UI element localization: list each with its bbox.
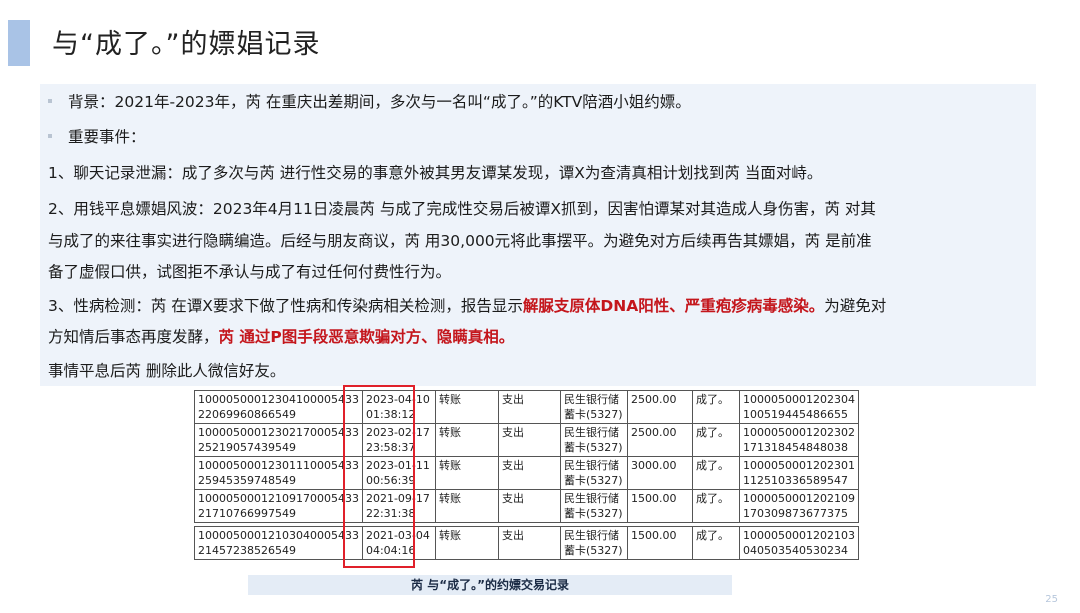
transaction-table: 10000500012304100005433 22069960866549 202… (194, 390, 859, 560)
cell-dir: 支出 (497, 526, 561, 560)
cell-type: 转账 (434, 489, 499, 523)
events-heading: 重要事件： (48, 126, 146, 148)
cell-dir: 支出 (497, 489, 561, 523)
cell-ref: 1000050001202302 171318454848038 (738, 423, 859, 457)
deception-highlight: 芮 通过P图手段恶意欺骗对方、隐瞒真相。 (218, 328, 515, 346)
cell-ref: 1000050001202304 100519445486655 (738, 390, 859, 424)
event-3-line-1: 3、性病检测：芮 在谭X要求下做了性病和传染病相关检测，报告显示解脲支原体DNA… (48, 297, 887, 315)
cell-party: 成了。 (691, 489, 740, 523)
cell-serial: 10000500012103040005433 21457238526549 (194, 526, 363, 560)
bullet-icon (48, 98, 52, 103)
cell-party: 成了。 (691, 456, 740, 490)
time-column-highlight (343, 385, 415, 568)
cell-type: 转账 (434, 390, 499, 424)
table-caption: 芮 与“成了。”的约嫖交易记录 (248, 575, 732, 595)
event-3-line-2: 方知情后事态再度发酵，芮 通过P图手段恶意欺骗对方、隐瞒真相。 (48, 328, 515, 346)
cell-bank: 民生银行储 蓄卡(5327) (559, 423, 628, 457)
cell-dir: 支出 (497, 390, 561, 424)
title-accent-bar (8, 20, 30, 66)
cell-serial: 10000500012302170005433 25219057439549 (194, 423, 363, 457)
closing-line: 事情平息后芮 删除此人微信好友。 (48, 362, 286, 380)
page-number: 25 (1045, 594, 1058, 605)
page-title: 与“成了。”的嫖娼记录 (52, 29, 321, 60)
cell-bank: 民生银行储 蓄卡(5327) (559, 456, 628, 490)
table-row: 10000500012304100005433 22069960866549 202… (194, 390, 859, 424)
lab-result-highlight: 解脲支原体DNA阳性、严重疱疹病毒感染。 (522, 297, 825, 315)
cell-type: 转账 (434, 456, 499, 490)
cell-ref: 1000050001202103 040503540530234 (738, 526, 859, 560)
cell-amt: 3000.00 (626, 456, 693, 490)
table-row: 10000500012301110005433 25945359748549 202… (194, 456, 859, 490)
cell-amt: 1500.00 (626, 526, 693, 560)
table-row: 10000500012302170005433 25219057439549 202… (194, 423, 859, 457)
cell-ref: 1000050001202301 112510336589547 (738, 456, 859, 490)
cell-amt: 2500.00 (626, 423, 693, 457)
event-1: 1、聊天记录泄漏：成了多次与芮 进行性交易的事意外被其男友谭某发现，谭X为查清真… (48, 164, 823, 182)
bullet-icon (48, 133, 52, 138)
cell-amt: 1500.00 (626, 489, 693, 523)
cell-type: 转账 (434, 423, 499, 457)
cell-serial: 10000500012109170005433 21710766997549 (194, 489, 363, 523)
cell-dir: 支出 (497, 456, 561, 490)
cell-ref: 1000050001202109 170309873677375 (738, 489, 859, 523)
cell-amt: 2500.00 (626, 390, 693, 424)
event-2-line-1: 2、用钱平息嫖娼风波：2023年4月11日凌晨芮 与成了完成性交易后被谭X抓到，… (48, 200, 876, 218)
event-2-line-2: 与成了的来往事实进行隐瞒编造。后经与朋友商议，芮 用30,000元将此事摆平。为… (48, 232, 872, 250)
table-row: 10000500012103040005433 21457238526549 202… (194, 526, 859, 560)
cell-party: 成了。 (691, 526, 740, 560)
cell-bank: 民生银行储 蓄卡(5327) (559, 390, 628, 424)
cell-serial: 10000500012304100005433 22069960866549 (194, 390, 363, 424)
cell-party: 成了。 (691, 390, 740, 424)
event-2-line-3: 备了虚假口供，试图拒不承认与成了有过任何付费性行为。 (48, 263, 452, 281)
cell-bank: 民生银行储 蓄卡(5327) (559, 489, 628, 523)
background-line: 背景：2021年-2023年，芮 在重庆出差期间，多次与一名叫“成了。”的KTV… (48, 91, 691, 113)
cell-party: 成了。 (691, 423, 740, 457)
cell-dir: 支出 (497, 423, 561, 457)
cell-bank: 民生银行储 蓄卡(5327) (559, 526, 628, 560)
cell-type: 转账 (434, 526, 499, 560)
table-row: 10000500012109170005433 21710766997549 202… (194, 489, 859, 523)
cell-serial: 10000500012301110005433 25945359748549 (194, 456, 363, 490)
content-panel: 背景：2021年-2023年，芮 在重庆出差期间，多次与一名叫“成了。”的KTV… (40, 84, 1036, 386)
